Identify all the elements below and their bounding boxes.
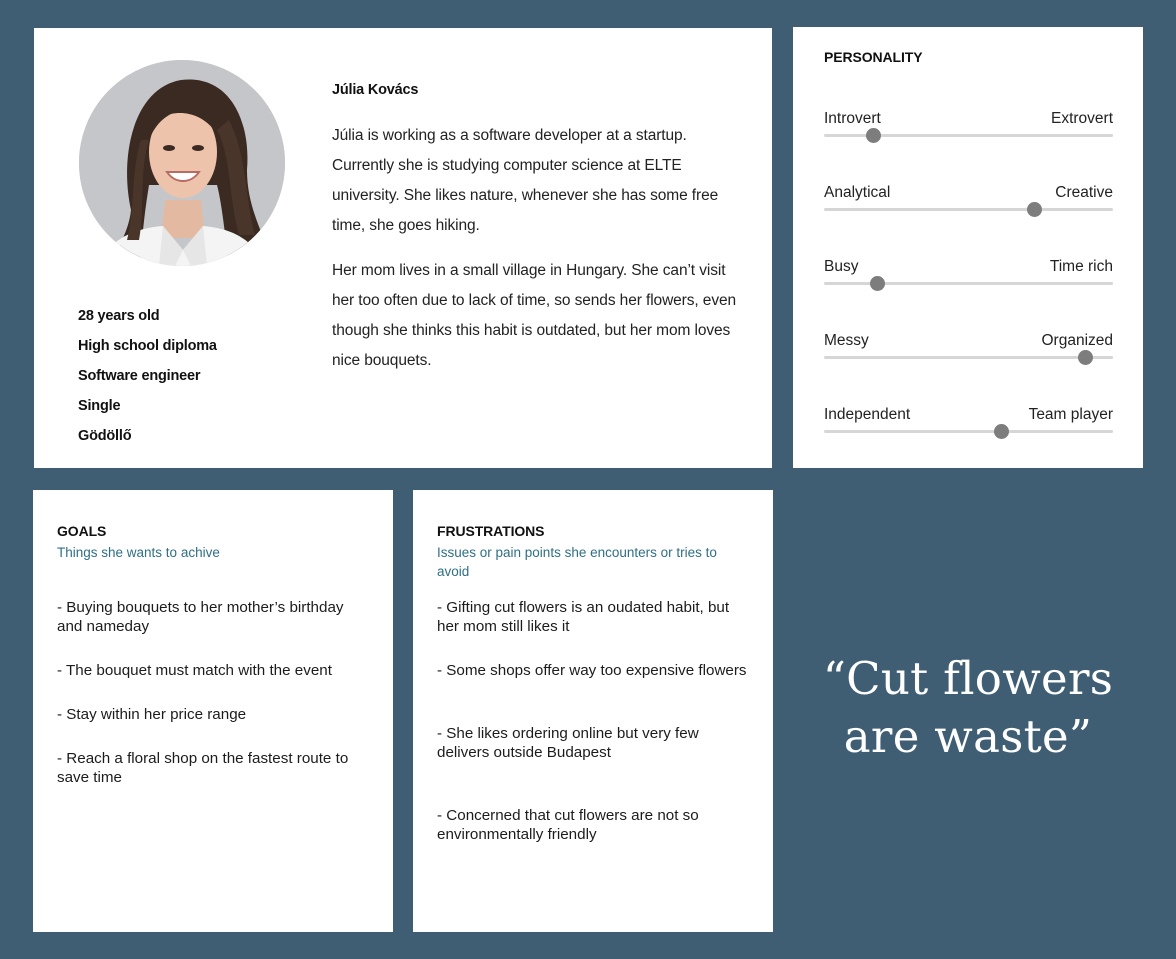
- quote-line: “Cut flowers: [822, 652, 1114, 705]
- portrait-photo-icon: [79, 60, 285, 266]
- goal-item: - Stay within her price range: [57, 706, 247, 723]
- trait-slider: Introvert Extrovert: [824, 110, 1113, 146]
- trait-slider: Messy Organized: [824, 332, 1113, 368]
- trait-slider: Independent Team player: [824, 406, 1113, 442]
- frustrations-subtitle: Issues or pain points she encounters or …: [437, 545, 717, 579]
- trait-right-label: Extrovert: [1050, 110, 1113, 127]
- trait-left-label: Busy: [824, 258, 859, 275]
- slider-track: [824, 424, 1113, 439]
- bio-paragraph: Júlia is working as a software developer…: [332, 127, 719, 234]
- trait-right-label: Time rich: [1049, 258, 1113, 275]
- profile-card: 28 years old High school diploma Softwar…: [34, 28, 772, 468]
- personality-title: PERSONALITY: [824, 49, 923, 65]
- avatar: [79, 60, 285, 266]
- frustration-item: - Concerned that cut flowers are not so …: [437, 807, 699, 843]
- frustration-item: - She likes ordering online but very few…: [437, 725, 699, 761]
- trait-right-label: Team player: [1028, 406, 1113, 423]
- trait-right-label: Organized: [1041, 332, 1113, 349]
- fact-education: High school diploma: [78, 338, 217, 354]
- profile-facts: 28 years old High school diploma Softwar…: [78, 306, 217, 456]
- fact-location: Gödöllő: [78, 428, 132, 444]
- slider-knob: [869, 276, 885, 291]
- frustrations-title: FRUSTRATIONS: [437, 523, 545, 539]
- slider-knob: [1027, 202, 1043, 217]
- persona-name: Júlia Kovács: [332, 82, 419, 98]
- goals-title: GOALS: [57, 523, 107, 539]
- slider-knob: [994, 424, 1010, 439]
- slider-track: [824, 350, 1113, 365]
- slider-knob: [865, 128, 881, 143]
- bio-paragraph: Her mom lives in a small village in Hung…: [332, 262, 737, 369]
- goal-item: - Reach a floral shop on the fastest rou…: [57, 750, 349, 786]
- bio: Júlia is working as a software developer…: [332, 121, 750, 391]
- trait-left-label: Analytical: [824, 184, 891, 201]
- personality-card: PERSONALITY Introvert Extrovert Analytic…: [793, 27, 1143, 468]
- fact-occupation: Software engineer: [78, 368, 201, 384]
- fact-relationship: Single: [78, 398, 121, 414]
- goals-subtitle: Things she wants to achive: [57, 545, 220, 560]
- goal-item: - The bouquet must match with the event: [57, 662, 332, 679]
- trait-right-label: Creative: [1055, 184, 1113, 201]
- slider-track: [824, 202, 1113, 217]
- frustration-item: - Gifting cut flowers is an oudated habi…: [437, 599, 730, 635]
- slider-track: [824, 276, 1113, 291]
- frustration-item: - Some shops offer way too expensive flo…: [437, 662, 747, 679]
- slider-knob: [1078, 350, 1094, 365]
- fact-age: 28 years old: [78, 308, 160, 324]
- goals-card: GOALS Things she wants to achive - Buyin…: [33, 490, 393, 932]
- trait-slider: Busy Time rich: [824, 258, 1113, 294]
- quote-line: are waste”: [843, 710, 1093, 763]
- slider-track: [824, 128, 1113, 143]
- trait-left-label: Introvert: [824, 110, 881, 127]
- goal-item: - Buying bouquets to her mother’s birthd…: [57, 599, 344, 635]
- persona-quote: “Cut flowers are waste”: [793, 650, 1143, 766]
- frustrations-card: FRUSTRATIONS Issues or pain points she e…: [413, 490, 773, 932]
- trait-left-label: Messy: [824, 332, 869, 349]
- trait-slider: Analytical Creative: [824, 184, 1113, 220]
- trait-left-label: Independent: [824, 406, 911, 423]
